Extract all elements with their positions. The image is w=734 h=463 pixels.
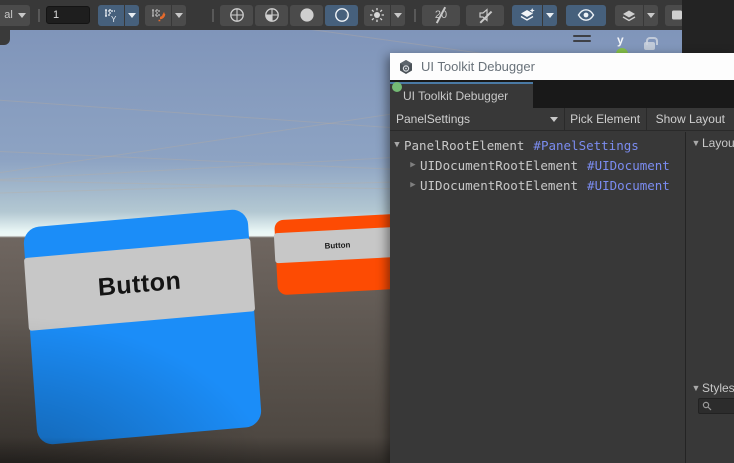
audio-mute-button[interactable] [466, 5, 504, 26]
chevron-down-icon [546, 13, 554, 18]
sun-icon [369, 7, 385, 23]
chevron-down-icon [175, 13, 183, 18]
layout-section-header[interactable]: ▼ Layout [686, 136, 734, 150]
foldout-closed-icon[interactable]: ▶ [406, 180, 420, 190]
element-hierarchy-tree[interactable]: ▼ PanelRootElement #PanelSettings ▶ UIDo… [390, 132, 686, 463]
scene-visibility-percent-button[interactable]: 20 [422, 5, 460, 26]
foldout-open-icon: ▼ [690, 383, 702, 393]
styles-section-header[interactable]: ▼ Styles [686, 381, 734, 395]
snap-magnet-icon [151, 8, 166, 23]
search-icon [702, 401, 712, 411]
crescent-moon-icon [334, 7, 350, 23]
grid-size-input[interactable]: 1 [46, 6, 90, 24]
panel-select-dropdown[interactable]: PanelSettings [390, 108, 564, 130]
svg-text:Y: Y [111, 15, 117, 23]
layers-icon [621, 8, 637, 23]
window-title: UI Toolkit Debugger [421, 59, 535, 74]
effects-dropdown[interactable] [543, 5, 557, 26]
grid-snap-button[interactable] [145, 5, 171, 26]
toolbar-separator [212, 9, 214, 22]
foldout-open-icon[interactable]: ▼ [390, 140, 404, 150]
overlay-drag-handle[interactable] [573, 35, 591, 45]
layout-header-label: Layout [702, 136, 734, 150]
shaded-wireframe-sphere-icon [264, 7, 280, 23]
scene-visibility-button[interactable] [566, 5, 606, 26]
grid-snap-dropdown[interactable] [172, 5, 186, 26]
gizmo-y-axis-label[interactable]: y [617, 33, 624, 47]
tree-item-id: #UIDocument [587, 158, 670, 173]
handle-orientation-label: al [4, 9, 13, 21]
chevron-down-icon [394, 13, 402, 18]
toolbar-separator [414, 9, 416, 22]
effects-layers-star-icon [519, 7, 536, 23]
debugger-tab-bar: UI Toolkit Debugger [390, 80, 734, 108]
scene-light-button[interactable] [364, 5, 390, 26]
tree-item-id: #PanelSettings [533, 138, 638, 153]
tree-item-id: #UIDocument [587, 178, 670, 193]
tree-item-name: UIDocumentRootElement [420, 178, 578, 193]
shading-wireframe-button[interactable] [220, 5, 253, 26]
shading-shaded-button[interactable] [290, 5, 323, 26]
lighting-toggle-button[interactable] [325, 5, 358, 26]
panel-select-value: PanelSettings [396, 112, 470, 126]
chevron-down-icon [128, 13, 136, 18]
debugger-titlebar[interactable]: UI Toolkit Debugger [390, 53, 734, 80]
pick-element-button[interactable]: Pick Element [564, 108, 646, 130]
grid-y-icon: Y [104, 8, 119, 23]
percent-crossed-icon: 20 [435, 9, 447, 21]
tab-label: UI Toolkit Debugger [403, 89, 508, 103]
styles-search-input[interactable] [698, 398, 734, 414]
show-layout-label: Show Layout [656, 112, 725, 126]
unity-editor-screen: al 1 Y [0, 0, 734, 463]
chevron-down-icon [550, 117, 558, 122]
foldout-closed-icon[interactable]: ▶ [406, 160, 420, 170]
tree-item-name: PanelRootElement [404, 138, 524, 153]
ui-toolkit-debugger-icon [398, 59, 414, 75]
editor-background-corner [682, 0, 734, 55]
inspector-panel: ▼ Layout ▼ Styles [686, 132, 734, 463]
gizmo-lock-icon[interactable] [644, 42, 655, 50]
tree-item-name: UIDocumentRootElement [420, 158, 578, 173]
tree-row-panel-root[interactable]: ▼ PanelRootElement #PanelSettings [390, 135, 685, 155]
toolbar-separator [38, 9, 40, 22]
debugger-content: ▼ PanelRootElement #PanelSettings ▶ UIDo… [390, 132, 734, 463]
foldout-open-icon: ▼ [690, 138, 702, 148]
tab-ui-toolkit-debugger[interactable]: UI Toolkit Debugger [390, 82, 533, 108]
grid-visibility-dropdown[interactable] [125, 5, 139, 26]
styles-header-label: Styles [702, 381, 734, 395]
scene-light-dropdown[interactable] [391, 5, 405, 26]
pick-element-label: Pick Element [570, 112, 640, 126]
ui-toolkit-debugger-window: UI Toolkit Debugger UI Toolkit Debugger … [390, 53, 734, 463]
scene-toolbar: al 1 Y [0, 0, 682, 30]
tree-row-uidocument-2[interactable]: ▶ UIDocumentRootElement #UIDocument [390, 175, 685, 195]
speaker-muted-icon [477, 7, 493, 23]
scene-overlay-corner [0, 30, 10, 45]
effects-toggle-button[interactable] [512, 5, 542, 26]
layers-dropdown[interactable] [644, 5, 658, 26]
debugger-toolbar: PanelSettings Pick Element Show Layout [390, 108, 734, 131]
grid-visibility-button[interactable]: Y [98, 5, 124, 26]
handle-orientation-dropdown[interactable]: al [0, 5, 30, 26]
layers-button[interactable] [615, 5, 643, 26]
show-layout-button[interactable]: Show Layout [646, 108, 734, 130]
shading-shaded-wireframe-button[interactable] [255, 5, 288, 26]
chevron-down-icon [647, 13, 655, 18]
tree-row-uidocument-1[interactable]: ▶ UIDocumentRootElement #UIDocument [390, 155, 685, 175]
shaded-sphere-icon [299, 7, 315, 23]
wireframe-sphere-icon [229, 7, 245, 23]
eye-icon [577, 8, 595, 22]
chevron-down-icon [18, 13, 26, 18]
tab-status-dot-icon [392, 82, 402, 92]
